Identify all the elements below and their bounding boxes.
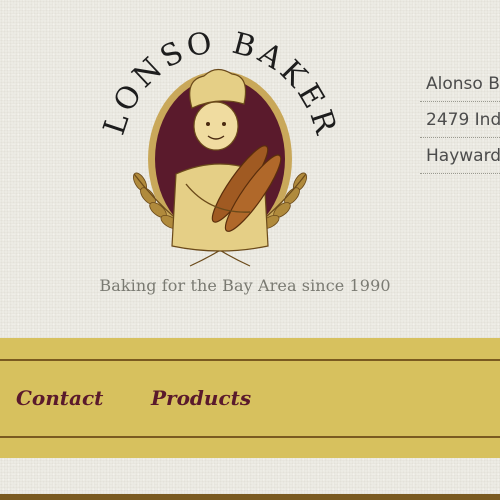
address-line-street: 2479 Industrial Pkwy W	[420, 102, 500, 138]
nav-rule-bottom	[0, 436, 500, 438]
nav-link-products[interactable]: Products	[151, 386, 251, 410]
nav-bar: Contact Products	[0, 338, 500, 458]
footer-divider	[0, 494, 500, 500]
nav-link-contact[interactable]: Contact	[16, 386, 103, 410]
bakery-logo[interactable]: ALONSO BAKERY	[86, 0, 340, 274]
baker-emblem-icon: ALONSO BAKERY	[86, 0, 340, 267]
address-line-name: Alonso Bakery	[420, 66, 500, 102]
nav-rule-top	[0, 359, 500, 361]
address-line-city: Hayward, CA 94545	[420, 138, 500, 174]
address-block: Alonso Bakery 2479 Industrial Pkwy W Hay…	[420, 66, 500, 174]
tagline: Baking for the Bay Area since 1990	[99, 276, 391, 295]
